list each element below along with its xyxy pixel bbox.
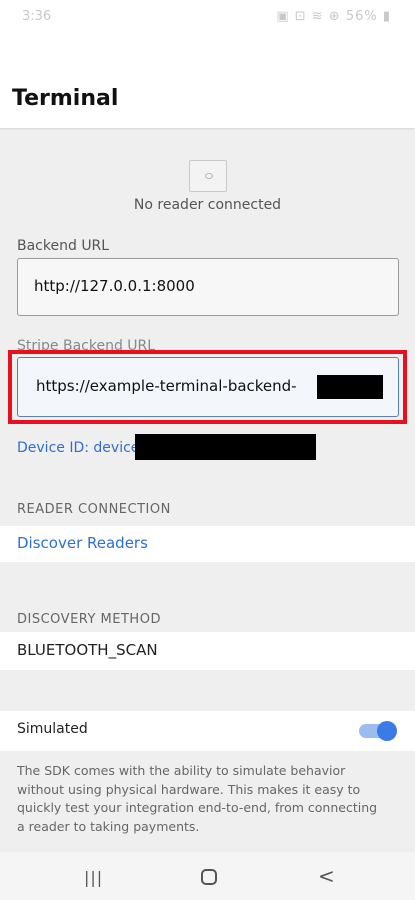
home-icon[interactable] — [201, 869, 217, 885]
discovery-method-row[interactable]: BLUETOOTH_SCAN — [0, 632, 415, 670]
device-id: Device ID: device_ — [17, 440, 147, 456]
reader-connection-header: READER CONNECTION — [17, 502, 171, 517]
status-icons: ▣ ⊡ ≋ ⊕ 56% ▮ — [276, 9, 391, 24]
reader-icon — [189, 160, 227, 192]
discovery-method-header: DISCOVERY METHOD — [17, 612, 161, 627]
page-title: Terminal — [12, 86, 119, 111]
simulated-label: Simulated — [17, 721, 88, 737]
discover-readers-link[interactable]: Discover Readers — [17, 534, 148, 552]
nav-bar: ||| < — [0, 852, 415, 900]
backend-url-label: Backend URL — [17, 238, 110, 254]
status-bar: 3:36 ▣ ⊡ ≋ ⊕ 56% ▮ — [0, 0, 415, 34]
simulated-toggle-thumb[interactable] — [377, 721, 397, 741]
reader-status: No reader connected — [133, 197, 282, 213]
app-bar: Terminal — [0, 34, 415, 128]
discovery-method-value: BLUETOOTH_SCAN — [17, 641, 158, 659]
redaction-block — [135, 434, 316, 460]
highlight-box — [8, 350, 407, 424]
discover-readers-row[interactable]: Discover Readers — [0, 526, 415, 562]
back-icon[interactable]: < — [318, 864, 335, 888]
backend-url-field[interactable]: http://127.0.0.1:8000 — [17, 258, 399, 316]
simulated-description: The SDK comes with the ability to simula… — [17, 763, 378, 834]
recent-apps-icon[interactable]: ||| — [84, 868, 103, 887]
status-time: 3:36 — [22, 9, 52, 24]
simulated-row[interactable]: Simulated — [0, 711, 415, 751]
